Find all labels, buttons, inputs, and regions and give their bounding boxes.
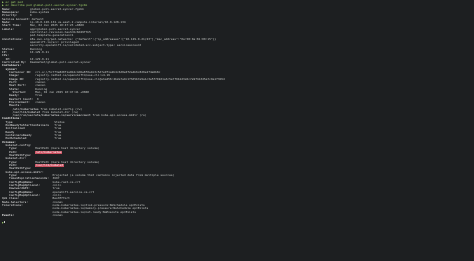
line-value: /etc/kubernetes bbox=[35, 150, 62, 154]
line-key: /var/run/secrets/kubernetes.io/serviceac… bbox=[12, 114, 91, 118]
cursor-block[interactable] bbox=[3, 220, 6, 224]
line-value: registry.redhat.io/openshift4/ose-cli@sh… bbox=[35, 77, 225, 81]
line-value: Mon, 02 Jun 2025 10:47:41 +0800 bbox=[35, 90, 90, 94]
line-key: Events: bbox=[2, 214, 15, 217]
line-value: node.kubernetes.io/not-ready:NoExecute o… bbox=[52, 210, 137, 214]
line-value: from kube-api-access-mk2lr (ro) bbox=[92, 114, 147, 118]
line-spacing bbox=[7, 51, 30, 54]
line-value: security.openshift.io/validated-scc-subj… bbox=[29, 44, 142, 48]
terminal-window[interactable]: ▶ oc get pod ▶ oc describe pod global-pul… bbox=[0, 0, 474, 261]
line-value: True bbox=[54, 137, 62, 141]
line-spacing bbox=[32, 154, 35, 157]
line-value: 10.129.0.21 bbox=[29, 50, 50, 54]
line-value: DaemonSet/global-pull-secret-syncer bbox=[29, 60, 91, 64]
line-spacing bbox=[14, 214, 52, 217]
line-value: kube-system bbox=[29, 10, 50, 14]
line-value: <none> bbox=[52, 214, 63, 217]
line-spacing bbox=[26, 137, 54, 140]
line-value: <none> bbox=[35, 100, 46, 104]
line-value: Projected (a volume that contains inject… bbox=[52, 174, 175, 178]
terminal-line: ▶ bbox=[2, 220, 474, 224]
line-value: /var/lib/kubelet bbox=[35, 164, 64, 168]
